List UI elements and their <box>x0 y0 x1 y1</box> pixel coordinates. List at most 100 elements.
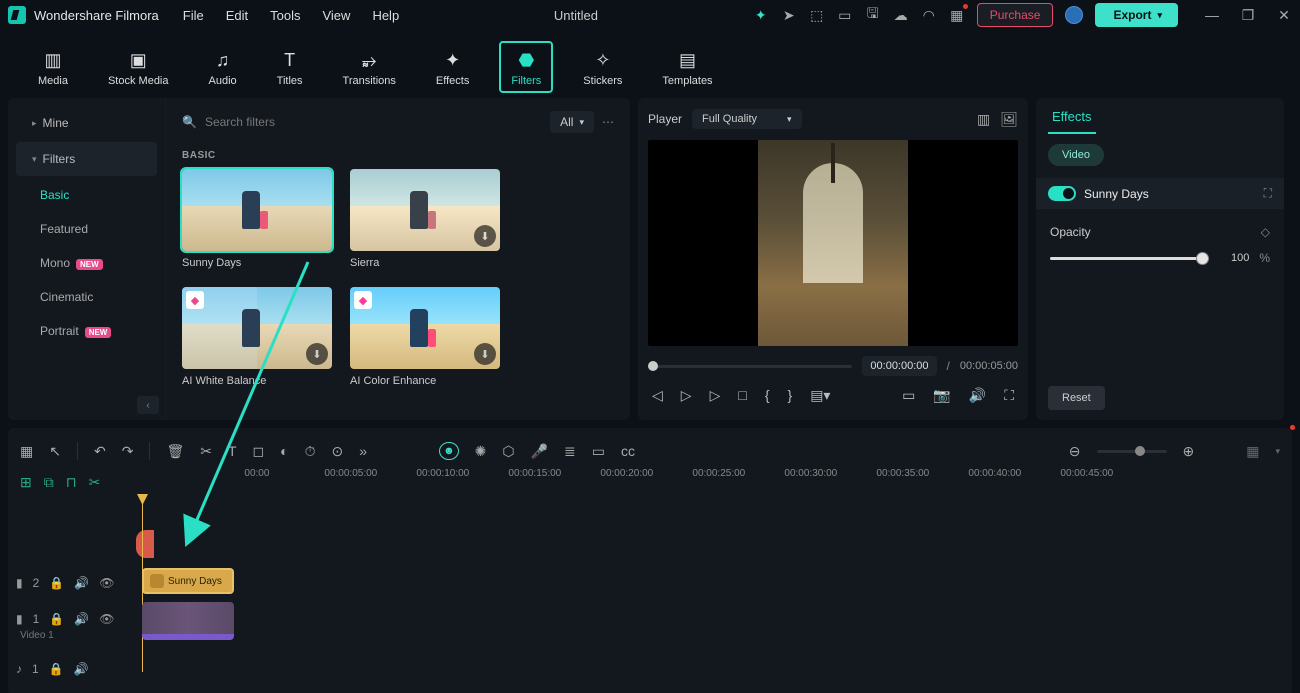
tab-titles[interactable]: TTitles <box>267 43 313 91</box>
snapshot-icon[interactable]: 📷 <box>933 387 950 404</box>
sidebar-item-filters[interactable]: ▾Filters <box>16 142 157 176</box>
compare-icon[interactable]: ▥ <box>977 111 990 128</box>
timeline-ruler[interactable]: 00:00 00:00:05:00 00:00:10:00 00:00:15:0… <box>244 468 1292 498</box>
download-icon[interactable]: ⬇ <box>306 343 328 365</box>
apps-icon[interactable]: ▦ <box>949 7 965 23</box>
speed-icon[interactable]: ⏱ <box>305 443 316 460</box>
scrub-track[interactable] <box>648 365 852 368</box>
tab-templates[interactable]: ▤Templates <box>652 43 722 91</box>
gift-icon[interactable]: ✦ <box>753 7 769 23</box>
player-viewport[interactable] <box>648 140 1018 346</box>
sidebar-sub-cinematic[interactable]: Cinematic <box>8 280 165 314</box>
tab-transitions[interactable]: ⥵Transitions <box>333 43 406 91</box>
playhead-grip[interactable] <box>136 530 154 558</box>
minimize-icon[interactable]: ― <box>1204 7 1220 23</box>
magnet-icon[interactable]: ⊓ <box>66 474 77 492</box>
mute-icon[interactable]: 🔊 <box>74 612 89 626</box>
track-add-icon[interactable]: ⊞ <box>20 474 32 492</box>
marker-icon[interactable]: ✂ <box>89 474 101 492</box>
tab-stickers[interactable]: ✧Stickers <box>573 43 632 91</box>
mark-out-icon[interactable]: } <box>788 387 793 403</box>
thumb-sierra[interactable]: ⬇ Sierra <box>350 169 500 269</box>
download-icon[interactable]: ⬇ <box>474 343 496 365</box>
color-icon[interactable]: ◐ <box>280 443 288 459</box>
spark-icon[interactable]: ✺ <box>475 443 487 460</box>
send-icon[interactable]: ➤ <box>781 7 797 23</box>
record-icon[interactable]: ▭ <box>592 443 605 460</box>
visibility-icon[interactable]: 👁 <box>99 612 114 626</box>
volume-icon[interactable]: 🔊 <box>969 387 986 404</box>
settings-chevron-icon[interactable]: ▾ <box>1275 446 1280 457</box>
stop-icon[interactable]: □ <box>738 387 746 403</box>
export-button[interactable]: Export <box>1095 3 1178 27</box>
clip-video[interactable] <box>142 602 234 640</box>
list-icon[interactable]: ▦ <box>1246 443 1259 460</box>
sidebar-item-mine[interactable]: ▸Mine <box>16 106 157 140</box>
device-icon[interactable]: ⬚ <box>809 7 825 23</box>
ai-face-icon[interactable]: ☻ <box>439 442 459 460</box>
pointer-icon[interactable]: ↖ <box>49 443 61 460</box>
lock-icon[interactable]: 🔒 <box>49 662 64 676</box>
scrub-handle[interactable] <box>648 361 658 371</box>
mute-icon[interactable]: 🔊 <box>74 662 89 676</box>
visibility-icon[interactable]: 👁 <box>99 576 114 590</box>
more-icon[interactable]: ⋯ <box>602 115 614 129</box>
play-icon[interactable]: ▷ <box>681 387 692 404</box>
timer-icon[interactable]: ⊙ <box>332 443 344 460</box>
image-icon[interactable]: 🖼 <box>1000 111 1018 128</box>
cloud-icon[interactable]: ☁ <box>893 7 909 23</box>
search-input[interactable]: 🔍 Search filters <box>182 115 542 129</box>
expand-icon[interactable]: ⛶ <box>1264 186 1272 201</box>
quality-dropdown[interactable]: Full Quality▾ <box>692 109 802 129</box>
tab-media[interactable]: ▥Media <box>28 43 78 91</box>
props-tab-effects[interactable]: Effects <box>1036 98 1284 136</box>
tab-audio[interactable]: ♫Audio <box>199 43 247 91</box>
caption-icon[interactable]: cc <box>621 443 635 459</box>
auto-icon[interactable]: ▦ <box>20 443 33 460</box>
mute-icon[interactable]: 🔊 <box>74 576 89 590</box>
text-icon[interactable]: T <box>228 443 237 459</box>
globe-icon[interactable] <box>1065 6 1083 24</box>
split-icon[interactable]: ✂ <box>200 443 212 460</box>
zoom-out-icon[interactable]: ⊖ <box>1069 443 1081 460</box>
mark-in-icon[interactable]: { <box>765 387 770 403</box>
menu-help[interactable]: Help <box>372 8 399 23</box>
redo-icon[interactable]: ↷ <box>122 443 134 460</box>
slider-handle[interactable] <box>1196 252 1209 265</box>
download-icon[interactable]: ⬇ <box>474 225 496 247</box>
fullscreen-icon[interactable]: ⛶ <box>1004 387 1014 404</box>
maximize-icon[interactable]: ❐ <box>1240 7 1256 23</box>
sidebar-sub-basic[interactable]: Basic <box>8 178 165 212</box>
thumb-ai-color-enhance[interactable]: ◆ ⬇ AI Color Enhance <box>350 287 500 387</box>
delete-icon[interactable]: 🗑 <box>166 443 184 460</box>
close-icon[interactable]: ✕ <box>1276 7 1292 23</box>
reset-button[interactable]: Reset <box>1048 386 1105 410</box>
shield-icon[interactable]: ⬡ <box>502 443 514 460</box>
opacity-value[interactable]: 100 <box>1219 252 1249 264</box>
display-icon[interactable]: ▭ <box>902 387 915 404</box>
purchase-button[interactable]: Purchase <box>977 3 1054 27</box>
prev-frame-icon[interactable]: ◁ <box>652 387 663 404</box>
collapse-sidebar-button[interactable]: ‹ <box>137 396 159 414</box>
keyframe-icon[interactable]: ◇ <box>1261 225 1270 239</box>
sidebar-sub-mono[interactable]: MonoNEW <box>8 246 165 280</box>
tab-effects[interactable]: ✦Effects <box>426 43 479 91</box>
clip-filter-sunny-days[interactable]: Sunny Days <box>142 568 234 594</box>
video-chip[interactable]: Video <box>1048 144 1104 166</box>
thumb-ai-white-balance[interactable]: ◆ ⬇ AI White Balance <box>182 287 332 387</box>
lock-icon[interactable]: 🔒 <box>49 576 64 590</box>
screen-icon[interactable]: ▭ <box>837 7 853 23</box>
menu-view[interactable]: View <box>322 8 350 23</box>
crop-icon[interactable]: ◻ <box>253 443 265 460</box>
opacity-slider[interactable] <box>1050 257 1209 260</box>
play-forward-icon[interactable]: ▷ <box>710 387 721 404</box>
link-icon[interactable]: ⧉ <box>44 474 54 492</box>
mic-icon[interactable]: 🎤 <box>531 443 548 460</box>
sidebar-sub-featured[interactable]: Featured <box>8 212 165 246</box>
save-icon[interactable]: 🖫 <box>865 7 881 23</box>
lock-icon[interactable]: 🔒 <box>49 612 64 626</box>
tab-stock-media[interactable]: ▣Stock Media <box>98 43 179 91</box>
layout-icon[interactable]: ▤▾ <box>810 387 830 404</box>
menu-file[interactable]: File <box>183 8 204 23</box>
sidebar-sub-portrait[interactable]: PortraitNEW <box>8 314 165 348</box>
